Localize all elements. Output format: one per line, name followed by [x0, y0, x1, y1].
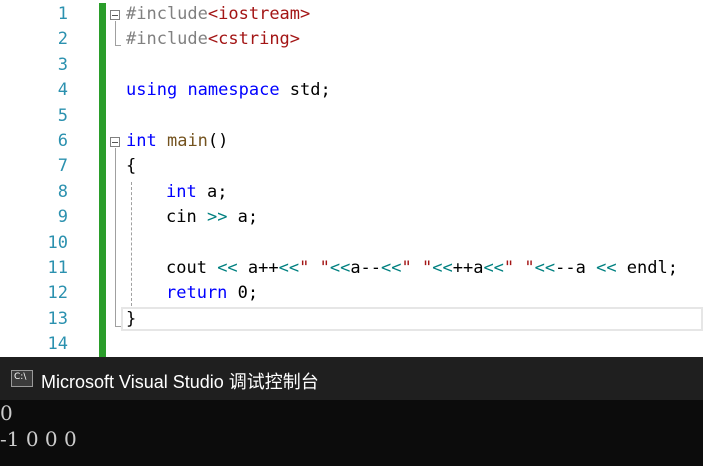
code-line[interactable]: 5	[0, 104, 703, 129]
code-line[interactable]: 14	[0, 332, 703, 357]
line-number: 9	[57, 207, 68, 228]
line-number: 7	[57, 156, 68, 177]
code-line[interactable]: 11 cout << a++<<" "<<a--<<" "<<++a<<" "<…	[0, 256, 703, 281]
line-number: 11	[47, 258, 68, 278]
code-line[interactable]: 13 }	[0, 307, 703, 332]
code-text: #include<iostream>	[126, 4, 311, 24]
line-number: 13	[47, 308, 68, 329]
code-line[interactable]: 1 #include<iostream>	[0, 2, 703, 27]
code-text: using namespace std;	[126, 80, 331, 101]
code-line[interactable]: 9 cin >> a;	[0, 205, 703, 230]
code-text: #include<cstring>	[126, 29, 301, 50]
console-output-line: -1 0 0 0	[0, 427, 77, 451]
line-number: 8	[57, 181, 68, 202]
code-text: int main()	[126, 131, 229, 151]
code-line[interactable]: 3	[0, 53, 703, 78]
code-line[interactable]: 6 int main()	[0, 129, 703, 154]
code-line[interactable]: 4 using namespace std;	[0, 78, 703, 103]
line-number: 10	[47, 232, 68, 253]
debug-console[interactable]: C:\ Microsoft Visual Studio 调试控制台 0 -1 0…	[0, 357, 703, 466]
line-number: 14	[47, 334, 68, 355]
console-title: Microsoft Visual Studio 调试控制台	[41, 372, 319, 392]
line-number: 4	[57, 80, 68, 101]
code-line[interactable]: 8 int a;	[0, 180, 703, 205]
line-number: 12	[47, 283, 68, 304]
console-output-line: 0	[0, 401, 13, 425]
line-number: 3	[57, 54, 68, 75]
code-text: cout << a++<<" "<<a--<<" "<<++a<<" "<<--…	[166, 258, 678, 278]
code-line[interactable]: 10	[0, 231, 703, 256]
code-text: int a;	[166, 181, 228, 202]
code-text: {	[126, 156, 137, 177]
console-titlebar[interactable]: C:\ Microsoft Visual Studio 调试控制台	[0, 357, 703, 400]
console-app-icon: C:\	[11, 370, 33, 387]
line-number: 2	[57, 29, 68, 50]
code-text: return 0;	[166, 283, 259, 304]
code-line[interactable]: 7 {	[0, 154, 703, 179]
line-number: 1	[57, 4, 68, 24]
code-line[interactable]: 12 return 0;	[0, 281, 703, 306]
code-text: cin >> a;	[166, 207, 259, 228]
line-number: 5	[57, 105, 68, 126]
code-editor[interactable]: 1 #include<iostream> 2 #include<cstring>…	[0, 0, 703, 357]
line-number: 6	[57, 131, 68, 151]
code-line[interactable]: 2 #include<cstring>	[0, 27, 703, 52]
code-text: }	[126, 308, 137, 329]
